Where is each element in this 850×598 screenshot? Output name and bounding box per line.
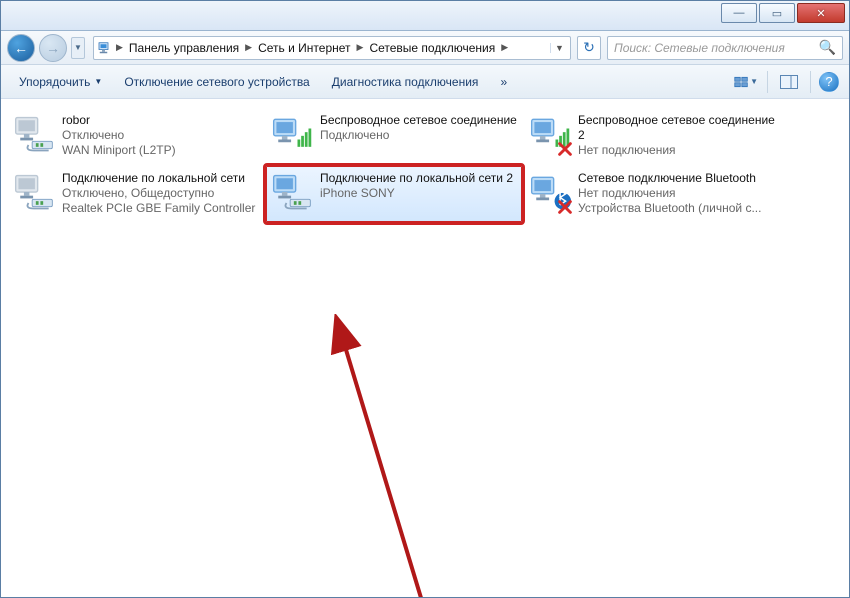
maximize-button[interactable]: ▭ bbox=[759, 3, 795, 23]
disconnected-icon bbox=[556, 198, 574, 216]
breadcrumb-control-panel[interactable]: Панель управления bbox=[125, 41, 243, 55]
arrow-left-icon: ← bbox=[14, 40, 28, 56]
connection-item-robor[interactable]: robor Отключено WAN Miniport (L2TP) bbox=[7, 107, 265, 165]
bt-adapter-icon bbox=[528, 170, 572, 214]
disable-device-button[interactable]: Отключение сетевого устройства bbox=[116, 70, 317, 94]
connection-text: Подключение по локальной сети Отключено,… bbox=[62, 170, 260, 218]
connection-item-lan2[interactable]: Подключение по локальной сети 2 iPhone S… bbox=[265, 165, 523, 223]
minimize-button[interactable]: — bbox=[721, 3, 757, 23]
search-icon: 🔍 bbox=[819, 39, 836, 56]
wifi-adapter-icon bbox=[270, 112, 314, 156]
network-icon bbox=[96, 39, 114, 57]
navigation-bar: ← → ▼ ▶ Панель управления ▶ Сеть и Интер… bbox=[1, 31, 849, 65]
command-toolbar: Упорядочить▼ Отключение сетевого устройс… bbox=[1, 65, 849, 99]
disconnected-icon bbox=[556, 140, 574, 158]
view-options-button[interactable]: ▼ bbox=[733, 70, 759, 94]
search-input[interactable] bbox=[614, 41, 819, 55]
separator bbox=[767, 71, 768, 93]
connection-device: WAN Miniport (L2TP) bbox=[62, 143, 260, 158]
chevron-right-icon[interactable]: ▶ bbox=[355, 42, 366, 53]
chevron-down-icon: ▼ bbox=[94, 77, 102, 86]
connection-status: iPhone SONY bbox=[320, 186, 518, 201]
close-button[interactable]: ✕ bbox=[797, 3, 845, 23]
connection-item-lan1[interactable]: Подключение по локальной сети Отключено,… bbox=[7, 165, 265, 223]
connection-status: Подключено bbox=[320, 128, 518, 143]
preview-pane-button[interactable] bbox=[776, 70, 802, 94]
lan-adapter-icon bbox=[12, 112, 56, 156]
connection-name: robor bbox=[62, 113, 260, 128]
connections-grid: robor Отключено WAN Miniport (L2TP) Бесп… bbox=[7, 107, 843, 223]
connection-item-wifi1[interactable]: Беспроводное сетевое соединение Подключе… bbox=[265, 107, 523, 165]
connection-status: Нет подключения bbox=[578, 143, 776, 158]
connection-text: Подключение по локальной сети 2 iPhone S… bbox=[320, 170, 518, 218]
wifi-adapter-icon bbox=[528, 112, 572, 156]
breadcrumb-network-internet[interactable]: Сеть и Интернет bbox=[254, 41, 354, 55]
connection-device: Устройства Bluetooth (личной с... bbox=[578, 201, 776, 216]
connection-item-bt[interactable]: Сетевое подключение Bluetooth Нет подклю… bbox=[523, 165, 781, 223]
overflow-button[interactable]: » bbox=[492, 70, 515, 94]
connection-device: Realtek PCIe GBE Family Controller bbox=[62, 201, 260, 216]
connection-status: Отключено, Общедоступно bbox=[62, 186, 260, 201]
breadcrumb-network-connections[interactable]: Сетевые подключения bbox=[365, 41, 499, 55]
connection-text: Беспроводное сетевое соединение 2 Нет по… bbox=[578, 112, 776, 160]
diagnose-button[interactable]: Диагностика подключения bbox=[324, 70, 487, 94]
connection-text: Сетевое подключение Bluetooth Нет подклю… bbox=[578, 170, 776, 218]
connection-text: robor Отключено WAN Miniport (L2TP) bbox=[62, 112, 260, 160]
lan-adapter-icon bbox=[12, 170, 56, 214]
titlebar: — ▭ ✕ bbox=[1, 1, 849, 31]
lan-adapter-icon bbox=[270, 170, 314, 214]
organize-button[interactable]: Упорядочить▼ bbox=[11, 70, 110, 94]
connection-name: Подключение по локальной сети 2 bbox=[320, 171, 518, 186]
annotation-arrow bbox=[331, 314, 461, 597]
help-button[interactable]: ? bbox=[819, 72, 839, 92]
explorer-window: — ▭ ✕ ← → ▼ ▶ Панель управления ▶ Сеть и… bbox=[0, 0, 850, 598]
address-dropdown[interactable]: ▼ bbox=[550, 43, 568, 53]
connection-name: Беспроводное сетевое соединение bbox=[320, 113, 518, 128]
chevron-right-icon[interactable]: ▶ bbox=[243, 42, 254, 53]
content-area: robor Отключено WAN Miniport (L2TP) Бесп… bbox=[1, 99, 849, 597]
back-button[interactable]: ← bbox=[7, 34, 35, 62]
search-box[interactable]: 🔍 bbox=[607, 36, 843, 60]
connection-status: Нет подключения bbox=[578, 186, 776, 201]
forward-button[interactable]: → bbox=[39, 34, 67, 62]
connection-status: Отключено bbox=[62, 128, 260, 143]
chevron-down-icon: ▼ bbox=[750, 77, 758, 86]
help-icon: ? bbox=[825, 74, 832, 89]
arrow-right-icon: → bbox=[46, 40, 60, 56]
address-bar[interactable]: ▶ Панель управления ▶ Сеть и Интернет ▶ … bbox=[93, 36, 571, 60]
connection-name: Сетевое подключение Bluetooth bbox=[578, 171, 776, 186]
separator bbox=[810, 71, 811, 93]
refresh-button[interactable]: ↻ bbox=[577, 36, 601, 60]
connection-name: Подключение по локальной сети bbox=[62, 171, 260, 186]
connection-item-wifi2[interactable]: Беспроводное сетевое соединение 2 Нет по… bbox=[523, 107, 781, 165]
connection-name: Беспроводное сетевое соединение 2 bbox=[578, 113, 776, 143]
chevron-right-icon[interactable]: ▶ bbox=[114, 42, 125, 53]
refresh-icon: ↻ bbox=[583, 39, 595, 56]
chevron-right-icon[interactable]: ▶ bbox=[499, 42, 510, 53]
connection-text: Беспроводное сетевое соединение Подключе… bbox=[320, 112, 518, 160]
nav-history-dropdown[interactable]: ▼ bbox=[71, 37, 85, 59]
